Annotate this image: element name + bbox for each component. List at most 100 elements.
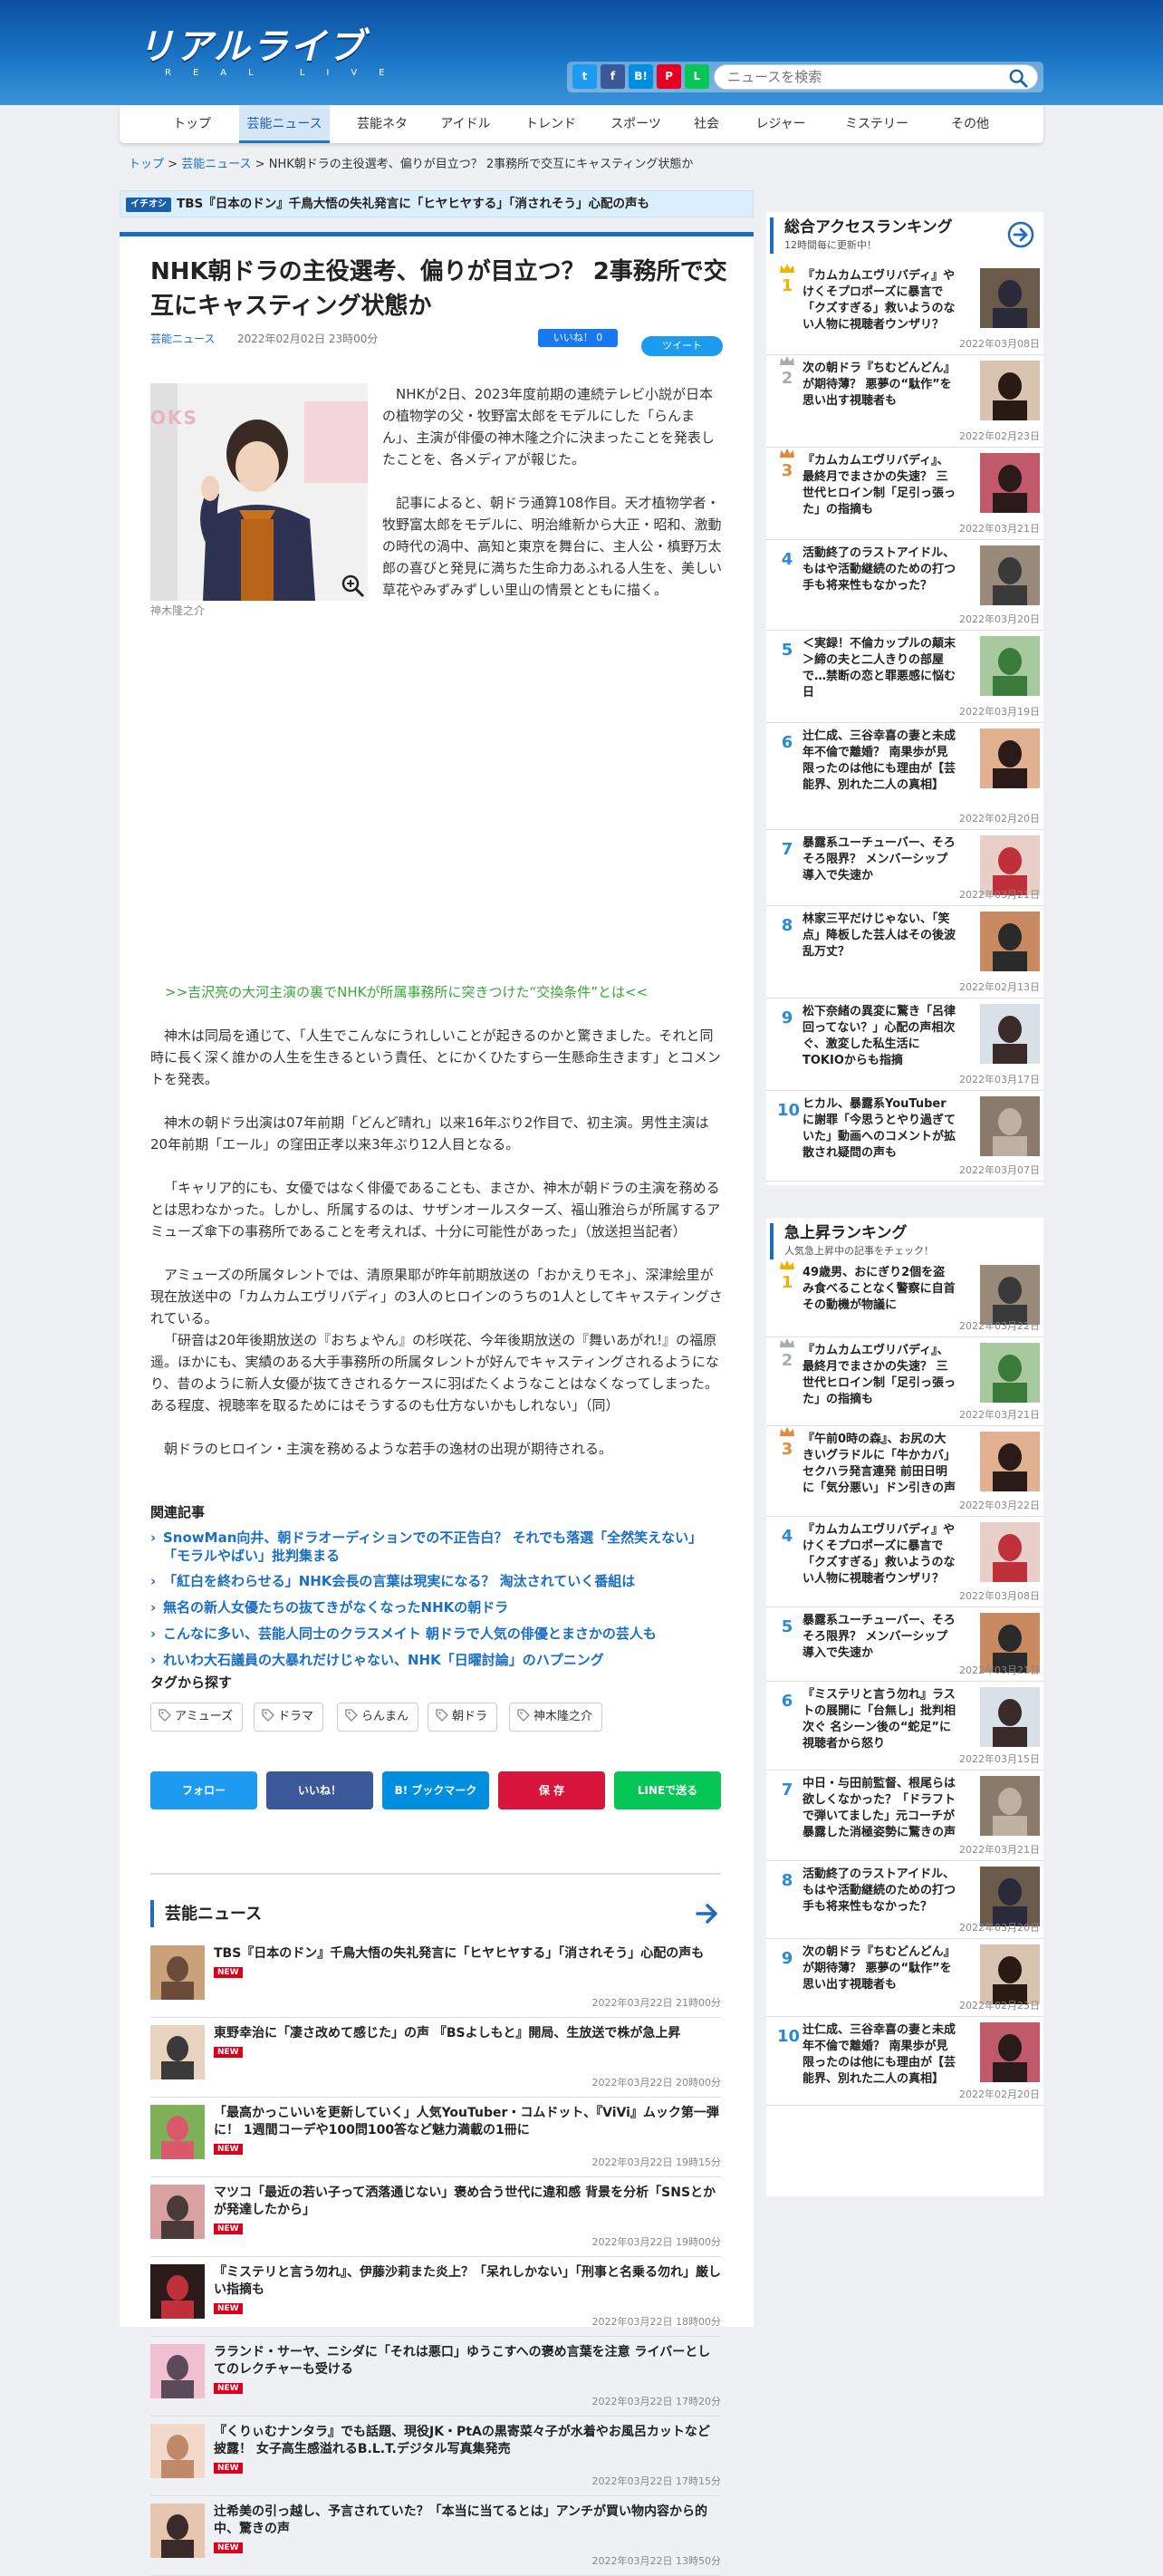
ranking-title[interactable]: 活動終了のラストアイドル、もはや活動継続のための打つ手も将来性もなかった？ [803,1867,956,1915]
pinterest-icon[interactable]: P [657,64,681,89]
ranking-title[interactable]: 暴露系ユーチューバー、そろそろ限界？ メンバーシップ導入で失速か [803,835,956,884]
ranking-thumbnail[interactable] [980,1687,1040,1747]
ranking-thumbnail[interactable] [980,453,1040,513]
bookmark-button[interactable]: B! ブックマーク [382,1771,489,1809]
news-title[interactable]: 『ミステリと言う勿れ』、伊藤沙莉また炎上？「呆れしかない」「刑事と名乗る勿れ」厳… [214,2264,721,2316]
hatena-icon[interactable]: B! [629,64,653,89]
ranking-title[interactable]: ＜実録！不倫カップルの顛末＞締の夫と二人きりの部屋で…禁断の恋と罪悪感に悩む日 [803,636,956,701]
latest-news-item[interactable]: 「最高かっこいいを更新していく」人気YouTuber・コムドット、『ViVi』ム… [150,2105,721,2177]
ranking-thumbnail[interactable] [980,728,1040,788]
pickup-ticker[interactable]: イチオシ TBS『日本のドン』千鳥大悟の失礼発言に「ヒヤヒヤする」「消されそう」心… [120,190,754,217]
ranking-title[interactable]: 49歳男、おにぎり2個を盗み食べることなく警察に自首 その動機が物議に [803,1265,956,1314]
ranking-thumbnail[interactable] [980,1944,1040,2004]
twitter-icon[interactable]: t [572,64,597,89]
ranking-thumbnail[interactable] [980,1096,1040,1156]
facebook-like-button[interactable]: いいね！ 0 [538,329,618,347]
breadcrumb-category[interactable]: 芸能ニュース [181,158,251,171]
ranking-thumbnail[interactable] [980,268,1040,328]
related-item[interactable]: 無名の新人女優たちの抜てきがなくなったNHKの朝ドラ [150,1598,721,1616]
related-item[interactable]: れいわ大石議員の大暴れだけじゃない、NHK「日曜討論」のハプニング [150,1651,721,1669]
ranking-title[interactable]: 次の朝ドラ『ちむどんどん』が期待薄？ 悪夢の“駄作”を思い出す視聴者も [803,361,956,410]
ranking-thumbnail[interactable] [980,545,1040,605]
ranking-item[interactable]: 6 『ミステリと言う勿れ』ラストの展開に「台無し」批判相次ぐ 名シーン後の“蛇足”… [766,1682,1043,1770]
site-logo[interactable]: リアルライブ REAL LIVE [138,27,407,80]
related-item[interactable]: こんなに多い、芸能人同士のクラスメイト 朝ドラで人気の俳優とまさかの芸人も [150,1625,721,1643]
facebook-icon[interactable]: f [601,64,625,89]
news-thumbnail[interactable] [150,2185,205,2239]
ranking-item[interactable]: 1 49歳男、おにぎり2個を盗み食べることなく警察に自首 その動機が物議に 2022… [766,1259,1043,1337]
news-title[interactable]: 辻希美の引っ越し、予言されていた？「本当に当てるとは」アンチが買い物内容から的中… [214,2504,721,2555]
ranking-title[interactable]: 松下奈緒の異変に驚き「呂律回ってない？」心配の声相次ぐ、激変した私生活にTOKI… [803,1004,956,1069]
zoom-icon[interactable] [339,572,366,599]
ranking-thumbnail[interactable] [980,1867,1040,1926]
ranking-item[interactable]: 2 次の朝ドラ『ちむどんどん』が期待薄？ 悪夢の“駄作”を思い出す視聴者も 2022… [766,355,1043,448]
related-item[interactable]: SnowMan向井、朝ドラオーディションでの不正告白？ それでも落選「全然笑えな… [150,1529,721,1565]
breadcrumb-top[interactable]: トップ [129,158,164,171]
tag-amuse[interactable]: アミューズ [150,1703,244,1732]
news-thumbnail[interactable] [150,2264,205,2319]
ranking-title[interactable]: 活動終了のラストアイドル、もはや活動継続のための打つ手も将来性もなかった？ [803,545,956,594]
inline-related-link[interactable]: >>吉沢亮の大河主演の裏でNHKが所属事務所に突きつけた“交換条件”とは<< [165,981,648,1003]
nav-item-entertainment-news[interactable]: 芸能ニュース [239,105,330,143]
ranking-thumbnail[interactable] [980,1522,1040,1582]
ranking-title[interactable]: 『カムカムエヴリバディ』やけくそプロポーズに暴言で「クズすぎる」救いようのない人… [803,1522,956,1587]
ranking-thumbnail[interactable] [980,1343,1040,1403]
ranking-item[interactable]: 4 『カムカムエヴリバディ』やけくそプロポーズに暴言で「クズすぎる」救いようのない… [766,1517,1043,1607]
tag-ranman[interactable]: らんまん [337,1703,419,1732]
ranking-item[interactable]: 2 『カムカムエヴリバディ』、最終月でまさかの失速？ 三世代ヒロイン制「足引っ張っ… [766,1337,1043,1426]
ranking-thumbnail[interactable] [980,2022,1040,2082]
ranking-item[interactable]: 9 松下奈緒の異変に驚き「呂律回ってない？」心配の声相次ぐ、激変した私生活にTOK… [766,999,1043,1091]
tag-asadora[interactable]: 朝ドラ [428,1703,498,1732]
ranking-item[interactable]: 7 暴露系ユーチューバー、そろそろ限界？ メンバーシップ導入で失速か 2022年03… [766,830,1043,906]
ranking-title[interactable]: 中日・与田前監督、根尾らは欲しくなかった？「ドラフトで弾いてました」元コーチが暴… [803,1776,956,1841]
latest-news-item[interactable]: 辻希美の引っ越し、予言されていた？「本当に当てるとは」アンチが買い物内容から的中… [150,2504,721,2576]
latest-news-item[interactable]: 東野幸治に「凄さ改めて感じた」の声 『BSよしもと』開局、生放送で株が急上昇 NE… [150,2025,721,2098]
nav-item-idol[interactable]: アイドル [431,105,500,143]
ranking-title[interactable]: ヒカル、暴露系YouTuberに謝罪「今思うとやり過ぎていた」動画へのコメントが… [803,1096,956,1162]
news-thumbnail[interactable] [150,2025,205,2079]
news-title[interactable]: マツコ「最近の若い子って洒落通じない」褒め合う世代に違和感 背景を分析「SNSと… [214,2185,721,2236]
nav-item-top[interactable]: トップ [159,105,225,143]
ranking-item[interactable]: 10 辻仁成、三谷幸喜の妻と未成年不倫で離婚？ 南果歩が見限ったのは他にも理由が【… [766,2017,1043,2106]
ranking-title[interactable]: 『午前0時の森』、お尻の大きいグラドルに「牛かカバ」セクハラ発言連発 前田日明に… [803,1432,956,1497]
latest-news-item[interactable]: 『くりぃむナンタラ』でも話題、現役JK・PtAの黒寄菜々子が水着やお風呂カットな… [150,2424,721,2496]
nav-item-trend[interactable]: トレンド [514,105,587,143]
pin-save-button[interactable]: 保 存 [498,1771,605,1809]
arrow-circle-right-icon[interactable] [1007,221,1034,248]
ranking-item[interactable]: 7 中日・与田前監督、根尾らは欲しくなかった？「ドラフトで弾いてました」元コーチが… [766,1770,1043,1861]
related-item[interactable]: 「紅白を終わらせる」NHK会長の言葉は現実になる？ 淘汰されていく番組は [150,1572,721,1590]
ranking-item[interactable]: 3 『カムカムエヴリバディ』、最終月でまさかの失速？ 三世代ヒロイン制「足引っ張っ… [766,448,1043,540]
ranking-thumbnail[interactable] [980,1776,1040,1836]
ranking-thumbnail[interactable] [980,1265,1040,1325]
follow-button[interactable]: フォロー [150,1771,257,1809]
news-title[interactable]: 東野幸治に「凄さ改めて感じた」の声 『BSよしもと』開局、生放送で株が急上昇 NE… [214,2025,721,2060]
ranking-thumbnail[interactable] [980,1004,1040,1064]
ranking-title[interactable]: 次の朝ドラ『ちむどんどん』が期待薄？ 悪夢の“駄作”を思い出す視聴者も [803,1944,956,1993]
latest-news-item[interactable]: 『ミステリと言う勿れ』、伊藤沙莉また炎上？「呆れしかない」「刑事と名乗る勿れ」厳… [150,2264,721,2337]
tag-kamiki[interactable]: 神木隆之介 [509,1703,603,1732]
like-button[interactable]: いいね！ [266,1771,373,1809]
news-thumbnail[interactable] [150,2504,205,2558]
ranking-item[interactable]: 3 『午前0時の森』、お尻の大きいグラドルに「牛かカバ」セクハラ発言連発 前田日明… [766,1426,1043,1517]
ranking-title[interactable]: 林家三平だけじゃない、「笑点」降板した芸人はその後波乱万丈？ [803,912,956,960]
ranking-title[interactable]: 『ミステリと言う勿れ』ラストの展開に「台無し」批判相次ぐ 名シーン後の“蛇足”に… [803,1687,956,1752]
ranking-title[interactable]: 暴露系ユーチューバー、そろそろ限界？ メンバーシップ導入で失速か [803,1613,956,1662]
news-title[interactable]: 「最高かっこいいを更新していく」人気YouTuber・コムドット、『ViVi』ム… [214,2105,721,2156]
ranking-item[interactable]: 5 ＜実録！不倫カップルの顛末＞締の夫と二人きりの部屋で…禁断の恋と罪悪感に悩む日… [766,631,1043,723]
article-photo[interactable]: OKS [150,383,368,601]
ranking-item[interactable]: 10 ヒカル、暴露系YouTuberに謝罪「今思うとやり過ぎていた」動画へのコメン… [766,1091,1043,1182]
nav-item-mystery[interactable]: ミステリー [833,105,920,143]
tweet-button[interactable]: ツイート [641,336,723,356]
ranking-item[interactable]: 4 活動終了のラストアイドル、もはや活動継続のための打つ手も将来性もなかった？ 20… [766,540,1043,631]
ranking-title[interactable]: 辻仁成、三谷幸喜の妻と未成年不倫で離婚？ 南果歩が見限ったのは他にも理由が【芸能… [803,728,956,794]
line-send-button[interactable]: LINEで送る [614,1771,721,1809]
nav-item-society[interactable]: 社会 [681,105,732,143]
ranking-item[interactable]: 5 暴露系ユーチューバー、そろそろ限界？ メンバーシップ導入で失速か 2022年03… [766,1607,1043,1682]
search-icon[interactable] [1008,68,1028,88]
line-icon[interactable]: L [685,64,709,89]
ranking-title[interactable]: 『カムカムエヴリバディ』、最終月でまさかの失速？ 三世代ヒロイン制「足引っ張った… [803,453,956,518]
ranking-item[interactable]: 8 活動終了のラストアイドル、もはや活動継続のための打つ手も将来性もなかった？ 20… [766,1861,1043,1939]
ranking-thumbnail[interactable] [980,912,1040,971]
arrow-right-icon[interactable] [696,1902,721,1925]
latest-news-item[interactable]: TBS『日本のドン』千鳥大悟の失礼発言に「ヒヤヒヤする」「消されそう」心配の声も… [150,1945,721,2018]
